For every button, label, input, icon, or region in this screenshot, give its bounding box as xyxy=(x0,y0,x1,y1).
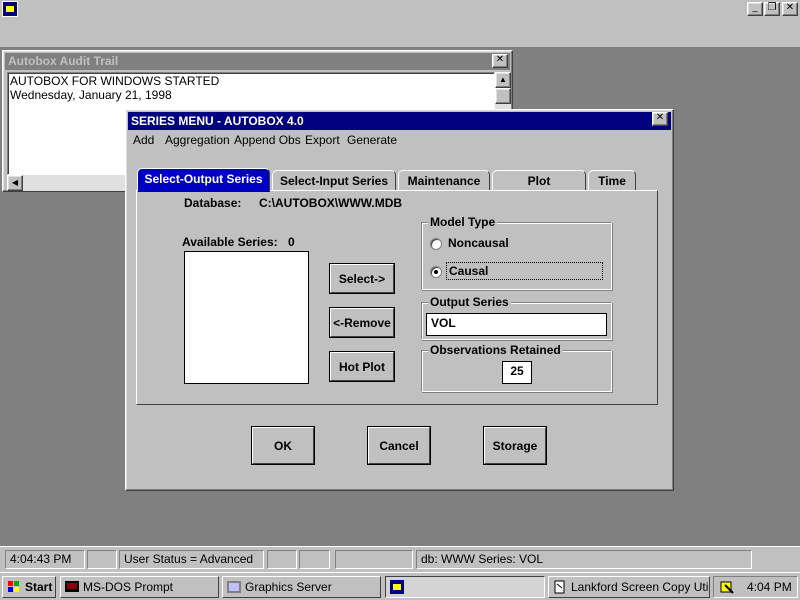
remove-button-label: <-Remove xyxy=(330,308,394,337)
cancel-button[interactable]: Cancel xyxy=(367,426,431,465)
observations-retained-field[interactable]: 25 xyxy=(502,361,532,384)
tab-select-input-series[interactable]: Select-Input Series xyxy=(272,170,396,192)
status-user: User Status = Advanced xyxy=(119,550,264,569)
task-graphics-server[interactable]: Graphics Server xyxy=(222,576,381,598)
remove-button[interactable]: <-Remove xyxy=(329,307,395,338)
audit-trail-title: Autobox Audit Trail xyxy=(5,53,510,70)
app-title-bar: _ ❐ ✕ xyxy=(0,0,800,18)
noncausal-label[interactable]: Noncausal xyxy=(448,236,509,250)
noncausal-radio[interactable] xyxy=(430,238,442,250)
scroll-thumb[interactable] xyxy=(495,88,511,104)
status-cell-empty xyxy=(267,550,297,569)
causal-radio[interactable] xyxy=(430,266,442,278)
audit-close-icon[interactable]: ✕ xyxy=(492,54,508,68)
task-label: Graphics Server xyxy=(245,580,332,594)
dialog-menubar: Add Aggregation Append Obs Export Genera… xyxy=(128,131,671,149)
storage-button-label: Storage xyxy=(484,427,546,464)
restore-icon[interactable]: ❐ xyxy=(764,2,780,16)
cancel-button-label: Cancel xyxy=(368,427,430,464)
scroll-left-icon[interactable]: ◀ xyxy=(7,175,23,191)
task-ms-dos-prompt[interactable]: MS-DOS Prompt xyxy=(60,576,219,598)
minimize-icon[interactable]: _ xyxy=(747,2,763,16)
close-icon[interactable]: ✕ xyxy=(782,2,798,16)
task-autobox[interactable] xyxy=(385,576,545,598)
task-label: MS-DOS Prompt xyxy=(83,580,174,594)
available-series-label: Available Series: xyxy=(182,235,278,249)
windows-logo-icon xyxy=(6,579,22,595)
start-label: Start xyxy=(25,580,53,594)
observations-retained-label: Observations Retained xyxy=(428,343,563,357)
system-tray: 4:04 PM xyxy=(713,576,798,598)
output-series-group: Output Series VOL xyxy=(421,295,612,340)
database-label: Database: xyxy=(184,196,242,210)
dialog-close-icon[interactable]: ✕ xyxy=(652,112,668,126)
select-button[interactable]: Select-> xyxy=(329,263,395,294)
autobox-app-icon[interactable] xyxy=(2,1,18,17)
graphics-server-icon xyxy=(226,579,242,595)
tab-time[interactable]: Time xyxy=(588,170,636,192)
menu-add[interactable]: Add xyxy=(133,133,154,147)
ok-button[interactable]: OK xyxy=(251,426,315,465)
audit-line: AUTOBOX FOR WINDOWS STARTED xyxy=(10,74,220,88)
series-menu-dialog: SERIES MENU - AUTOBOX 4.0 ✕ Add Aggregat… xyxy=(125,109,674,491)
tab-panel: Database: C:\AUTOBOX\WWW.MDB Available S… xyxy=(136,190,658,405)
database-path: C:\AUTOBOX\WWW.MDB xyxy=(259,196,403,210)
status-db-info: db: WWW Series: VOL xyxy=(416,550,752,569)
tray-app-icon[interactable] xyxy=(719,579,735,595)
model-type-label: Model Type xyxy=(428,215,498,229)
audit-line: Wednesday, January 21, 1998 xyxy=(10,88,172,102)
dialog-title: SERIES MENU - AUTOBOX 4.0 xyxy=(128,112,671,130)
status-bar: 4:04:43 PM User Status = Advanced db: WW… xyxy=(0,546,800,572)
scroll-up-icon[interactable]: ▲ xyxy=(495,72,511,88)
start-button[interactable]: Start xyxy=(2,576,56,598)
output-series-field[interactable]: VOL xyxy=(426,313,607,336)
status-time: 4:04:43 PM xyxy=(5,550,85,569)
taskbar: Start MS-DOS Prompt Graphics Server Lank… xyxy=(0,572,800,600)
menu-aggregation[interactable]: Aggregation xyxy=(165,133,230,147)
observations-retained-group: Observations Retained 25 xyxy=(421,343,612,392)
model-type-group: Model Type Noncausal Causal xyxy=(421,215,612,290)
status-cell-empty xyxy=(299,550,330,569)
status-cell-empty xyxy=(335,550,413,569)
task-label: Lankford Screen Copy Utility xyxy=(571,580,710,594)
ms-dos-icon xyxy=(64,579,80,595)
status-cell-empty xyxy=(87,550,117,569)
available-series-count: 0 xyxy=(288,235,295,249)
tab-plot[interactable]: Plot xyxy=(492,170,586,192)
ok-button-label: OK xyxy=(252,427,314,464)
select-button-label: Select-> xyxy=(330,264,394,293)
screen-copy-icon xyxy=(552,579,568,595)
autobox-task-icon xyxy=(389,579,405,595)
storage-button[interactable]: Storage xyxy=(483,426,547,465)
hot-plot-button-label: Hot Plot xyxy=(330,352,394,381)
hot-plot-button[interactable]: Hot Plot xyxy=(329,351,395,382)
output-series-label: Output Series xyxy=(428,295,511,309)
menu-generate[interactable]: Generate xyxy=(347,133,397,147)
causal-label[interactable]: Causal xyxy=(446,262,603,280)
available-series-list[interactable] xyxy=(184,251,309,384)
menu-append-obs[interactable]: Append Obs xyxy=(234,133,301,147)
tab-select-output-series[interactable]: Select-Output Series xyxy=(137,168,270,192)
task-lankford-screen-copy[interactable]: Lankford Screen Copy Utility xyxy=(548,576,710,598)
toolbar-strip xyxy=(0,18,800,48)
menu-export[interactable]: Export xyxy=(305,133,340,147)
tab-maintenance[interactable]: Maintenance xyxy=(398,170,490,192)
clock[interactable]: 4:04 PM xyxy=(747,580,792,594)
